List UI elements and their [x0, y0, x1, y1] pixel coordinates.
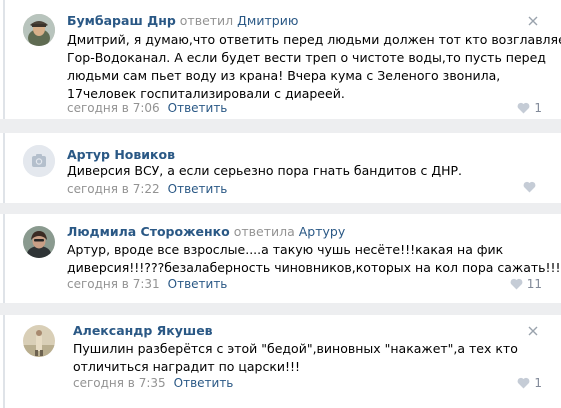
heart-icon	[510, 278, 523, 290]
comment-text: Артур, вроде все взрослые....а такую чуш…	[67, 241, 561, 277]
timestamp[interactable]: сегодня в 7:22	[67, 182, 160, 196]
comment-line: Гор-Водоканал. А если будет вести треп о…	[67, 50, 546, 65]
heart-icon	[517, 377, 530, 389]
author-name[interactable]: Артур Новиков	[67, 147, 175, 162]
close-icon[interactable]	[528, 16, 538, 26]
comment-header: Александр Якушев	[73, 323, 213, 339]
author-name[interactable]: Александр Якушев	[73, 323, 213, 338]
reply-to-link[interactable]: Дмитрию	[237, 13, 298, 28]
reply-button[interactable]: Ответить	[168, 101, 228, 115]
like-count: 1	[534, 376, 542, 390]
avatar[interactable]	[23, 325, 55, 357]
camera-icon	[23, 145, 55, 177]
like-button[interactable]: 1	[517, 100, 542, 116]
like-button[interactable]	[523, 181, 536, 193]
like-count: 11	[526, 277, 542, 291]
comment: Бумбараш Днр ответил Дмитрию Дмитрий, я …	[3, 0, 561, 119]
like-button[interactable]: 1	[517, 375, 542, 391]
heart-icon	[517, 102, 530, 114]
reply-word: ответила	[233, 224, 295, 239]
reply-button[interactable]: Ответить	[168, 277, 228, 291]
avatar[interactable]	[23, 226, 55, 258]
comment-line: людьми сам пьет воду из крана! Вчера кум…	[67, 68, 501, 83]
comment-line: Диверсия ВСУ, а если серьезно пора гнать…	[67, 163, 463, 178]
comment-meta: сегодня в 7:35 Ответить	[73, 375, 233, 391]
reply-button[interactable]: Ответить	[168, 182, 228, 196]
comment-line: отличиться наградит по царски!!!	[73, 359, 301, 374]
avatar[interactable]	[23, 14, 55, 46]
comment-text: Пушилин разберётся с этой "бедой",виновн…	[73, 340, 518, 376]
comment-line: Пушилин разберётся с этой "бедой",виновн…	[73, 341, 518, 356]
comment-header: Бумбараш Днр ответил Дмитрию	[67, 13, 298, 29]
avatar-photo	[23, 14, 55, 46]
comment: Артур Новиков Диверсия ВСУ, а если серье…	[3, 133, 548, 203]
avatar-photo	[23, 226, 55, 258]
timestamp[interactable]: сегодня в 7:35	[73, 376, 166, 390]
comment-meta: сегодня в 7:22 Ответить	[67, 181, 227, 197]
author-name[interactable]: Бумбараш Днр	[67, 13, 176, 28]
reply-word: ответил	[179, 13, 234, 28]
author-name[interactable]: Людмила Стороженко	[67, 224, 230, 239]
avatar[interactable]	[23, 145, 55, 177]
separator	[0, 203, 561, 214]
separator	[0, 119, 561, 133]
comment-header: Артур Новиков	[67, 147, 175, 163]
comment-meta: сегодня в 7:31 Ответить	[67, 276, 227, 292]
avatar-photo	[23, 325, 55, 357]
close-icon[interactable]	[528, 326, 538, 336]
comment-line: Артур, вроде все взрослые....а такую чуш…	[67, 242, 504, 257]
comment-line: Дмитрий, я думаю,что ответить перед людь…	[67, 32, 561, 47]
heart-icon	[523, 181, 536, 193]
like-button[interactable]: 11	[510, 276, 542, 292]
timestamp[interactable]: сегодня в 7:31	[67, 277, 160, 291]
comment-text: Дмитрий, я думаю,что ответить перед людь…	[67, 31, 561, 103]
timestamp[interactable]: сегодня в 7:06	[67, 101, 160, 115]
comment-line: диверсия!!!???безалаберность чиновников,…	[67, 260, 561, 275]
comment: Людмила Стороженко ответила Артуру Артур…	[3, 214, 561, 303]
reply-button[interactable]: Ответить	[174, 376, 234, 390]
comment-header: Людмила Стороженко ответила Артуру	[67, 224, 345, 240]
comment-text: Диверсия ВСУ, а если серьезно пора гнать…	[67, 162, 462, 180]
comment-meta: сегодня в 7:06 Ответить	[67, 100, 227, 116]
separator	[0, 303, 561, 315]
comment: Александр Якушев Пушилин разберётся с эт…	[3, 315, 548, 408]
reply-to-link[interactable]: Артуру	[299, 224, 346, 239]
like-count: 1	[534, 101, 542, 115]
